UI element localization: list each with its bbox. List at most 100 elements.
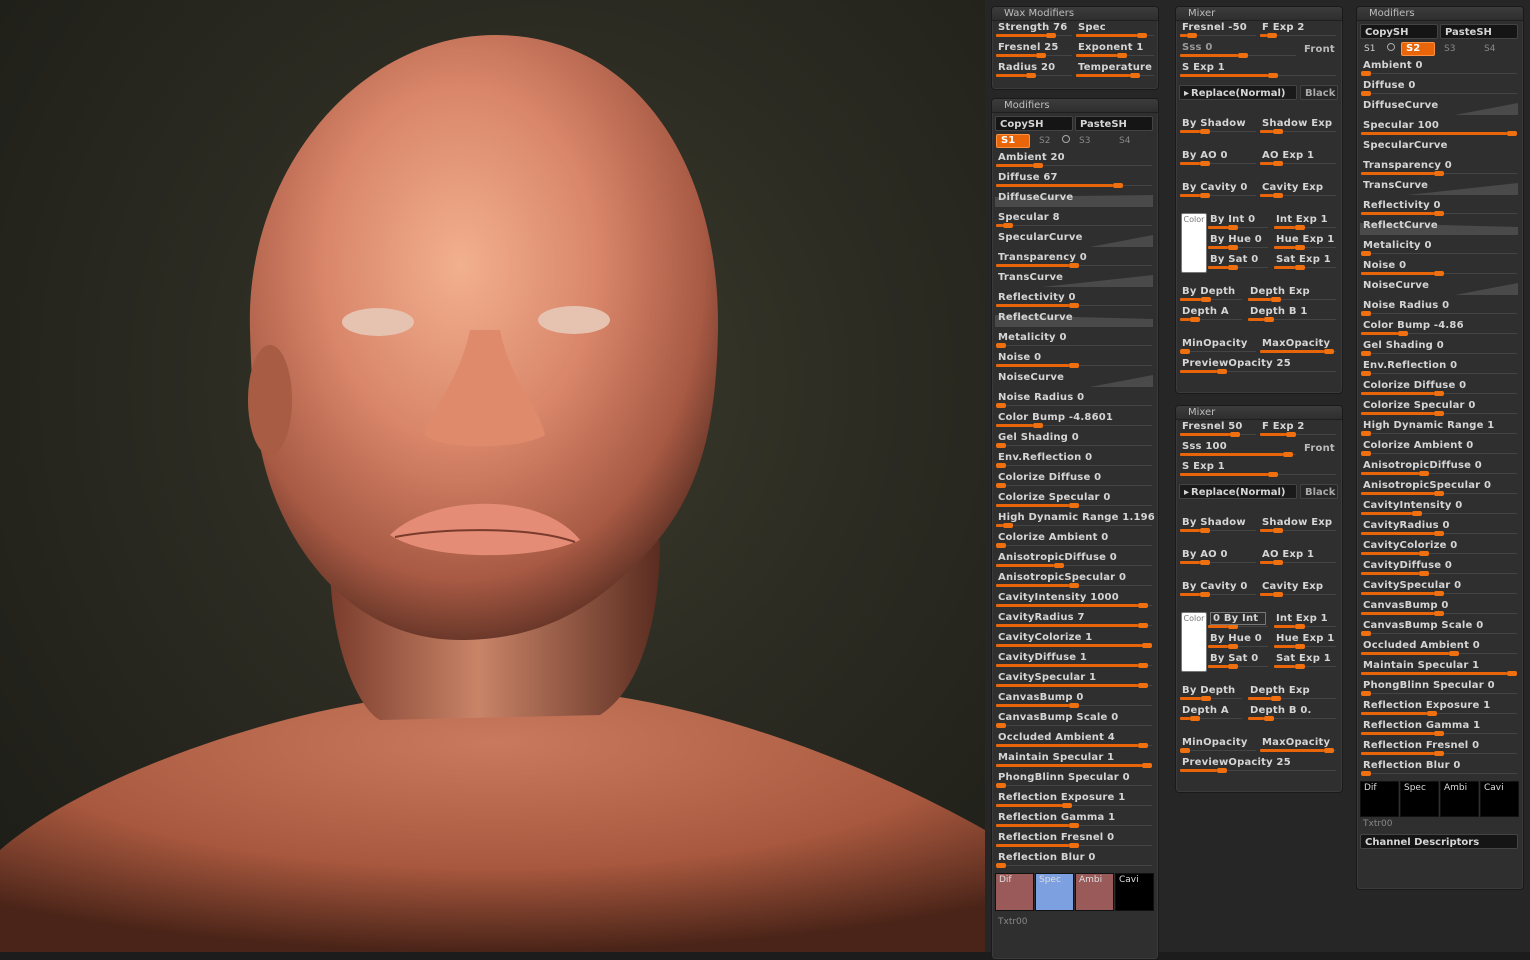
slider-knob[interactable] [1228, 245, 1238, 250]
slider-0-by-int[interactable]: 0 By Int [1206, 612, 1270, 632]
slider-knob[interactable] [1419, 571, 1429, 576]
slider-knob[interactable] [996, 343, 1006, 348]
curve-reflectcurve[interactable]: ReflectCurve [1359, 219, 1519, 239]
slider-s-exp-1[interactable]: S Exp 1 [1178, 460, 1338, 480]
slider-canvasbump-scale-0[interactable]: CanvasBump Scale 0 [1359, 619, 1519, 639]
slider-knob[interactable] [1273, 161, 1283, 166]
slider-knob[interactable] [1283, 452, 1293, 457]
slider-knob[interactable] [1361, 771, 1371, 776]
tab-s4[interactable]: S4 [1119, 136, 1130, 146]
slider-knob[interactable] [1033, 423, 1043, 428]
slider-sat-exp-1[interactable]: Sat Exp 1 [1272, 652, 1338, 672]
slider-by-sat-0[interactable]: By Sat 0 [1206, 652, 1270, 672]
slider-cavity-exp[interactable]: Cavity Exp [1258, 580, 1338, 600]
slider-by-ao-0[interactable]: By AO 0 [1178, 149, 1258, 169]
curve-transcurve[interactable]: TransCurve [1359, 179, 1519, 199]
thumb-ambi[interactable]: Ambi [1075, 873, 1114, 911]
slider-reflection-exposure-1[interactable]: Reflection Exposure 1 [994, 791, 1154, 811]
slider-phongblinn-specular-0[interactable]: PhongBlinn Specular 0 [994, 771, 1154, 791]
slider-knob[interactable] [1419, 551, 1429, 556]
slider-knob[interactable] [996, 443, 1006, 448]
slider-knob[interactable] [1217, 369, 1227, 374]
slider-exponent-1[interactable]: Exponent 1 [1074, 41, 1156, 61]
slider-sss-0[interactable]: Sss 0 [1178, 41, 1298, 61]
slider-temperature[interactable]: Temperature [1074, 61, 1156, 81]
slider-ao-exp-1[interactable]: AO Exp 1 [1258, 149, 1338, 169]
slider-by-cavity-0[interactable]: By Cavity 0 [1178, 181, 1258, 201]
slider-noise-0[interactable]: Noise 0 [1359, 259, 1519, 279]
slider-previewopacity-25[interactable]: PreviewOpacity 25 [1178, 756, 1338, 776]
slider-knob[interactable] [1286, 432, 1296, 437]
slider-sss-100[interactable]: Sss 100 [1178, 440, 1298, 460]
slider-knob[interactable] [1295, 644, 1305, 649]
slider-knob[interactable] [1419, 471, 1429, 476]
slider-knob[interactable] [1267, 33, 1277, 38]
slider-cavityradius-0[interactable]: CavityRadius 0 [1359, 519, 1519, 539]
slider-knob[interactable] [1361, 311, 1371, 316]
slider-knob[interactable] [996, 403, 1006, 408]
slider-knob[interactable] [1295, 664, 1305, 669]
slider-knob[interactable] [1273, 592, 1283, 597]
slider-cavityspecular-1[interactable]: CavitySpecular 1 [994, 671, 1154, 691]
thumb-cavi[interactable]: Cavi [1480, 781, 1519, 817]
slider-knob[interactable] [1324, 349, 1334, 354]
slider-knob[interactable] [1138, 743, 1148, 748]
thumb-spec[interactable]: Spec [1400, 781, 1439, 817]
slider-anisotropicdiffuse-0[interactable]: AnisotropicDiffuse 0 [994, 551, 1154, 571]
slider-by-cavity-0[interactable]: By Cavity 0 [1178, 580, 1258, 600]
tab-s3[interactable]: S3 [1444, 44, 1455, 54]
slider-env-reflection-0[interactable]: Env.Reflection 0 [994, 451, 1154, 471]
tab-s4[interactable]: S4 [1484, 44, 1495, 54]
slider-knob[interactable] [1180, 349, 1190, 354]
curve-noisecurve[interactable]: NoiseCurve [994, 371, 1154, 391]
slider-strength-76[interactable]: Strength 76 [994, 21, 1074, 41]
slider-knob[interactable] [1069, 703, 1079, 708]
slider-metalicity-0[interactable]: Metalicity 0 [994, 331, 1154, 351]
slider-reflection-fresnel-0[interactable]: Reflection Fresnel 0 [1359, 739, 1519, 759]
slider-knob[interactable] [1069, 363, 1079, 368]
slider-specular-8[interactable]: Specular 8 [994, 211, 1154, 231]
slider-colorize-ambient-0[interactable]: Colorize Ambient 0 [994, 531, 1154, 551]
slider-high-dynamic-range-1-196[interactable]: High Dynamic Range 1.196 [994, 511, 1155, 531]
slider-reflection-blur-0[interactable]: Reflection Blur 0 [1359, 759, 1519, 779]
paste-sh-button[interactable]: PasteSH [1440, 24, 1518, 39]
slider-knob[interactable] [1138, 623, 1148, 628]
slider-knob[interactable] [1228, 265, 1238, 270]
slider-int-exp-1[interactable]: Int Exp 1 [1272, 612, 1338, 632]
slider-specular-100[interactable]: Specular 100 [1359, 119, 1519, 139]
slider-cavityspecular-0[interactable]: CavitySpecular 0 [1359, 579, 1519, 599]
curve-reflectcurve[interactable]: ReflectCurve [994, 311, 1154, 331]
slider-knob[interactable] [996, 723, 1006, 728]
slider-knob[interactable] [1180, 748, 1190, 753]
slider-sat-exp-1[interactable]: Sat Exp 1 [1272, 253, 1338, 273]
slider-diffuse-0[interactable]: Diffuse 0 [1359, 79, 1519, 99]
slider-knob[interactable] [1507, 671, 1517, 676]
slider-knob[interactable] [996, 863, 1006, 868]
slider-knob[interactable] [1434, 171, 1444, 176]
slider-knob[interactable] [1026, 73, 1036, 78]
slider-spec[interactable]: Spec [1074, 21, 1156, 41]
thumb-dif[interactable]: Dif [995, 873, 1034, 911]
slider-maintain-specular-1[interactable]: Maintain Specular 1 [994, 751, 1154, 771]
slider-cavityradius-7[interactable]: CavityRadius 7 [994, 611, 1154, 631]
slider-knob[interactable] [1201, 297, 1211, 302]
slider-knob[interactable] [1069, 303, 1079, 308]
slider-knob[interactable] [1137, 33, 1147, 38]
slider-noise-radius-0[interactable]: Noise Radius 0 [1359, 299, 1519, 319]
slider-knob[interactable] [1427, 711, 1437, 716]
slider-knob[interactable] [1069, 823, 1079, 828]
slider-canvasbump-scale-0[interactable]: CanvasBump Scale 0 [994, 711, 1154, 731]
thumb-dif[interactable]: Dif [1360, 781, 1399, 817]
slider-knob[interactable] [1449, 651, 1459, 656]
thumb-cavi[interactable]: Cavi [1115, 873, 1154, 911]
slider-knob[interactable] [996, 483, 1006, 488]
slider-knob[interactable] [1228, 644, 1238, 649]
slider-env-reflection-0[interactable]: Env.Reflection 0 [1359, 359, 1519, 379]
slider-metalicity-0[interactable]: Metalicity 0 [1359, 239, 1519, 259]
slider-canvasbump-0[interactable]: CanvasBump 0 [994, 691, 1154, 711]
curve-diffusecurve[interactable]: DiffuseCurve [994, 191, 1154, 211]
slider-canvasbump-0[interactable]: CanvasBump 0 [1359, 599, 1519, 619]
slider-knob[interactable] [1361, 631, 1371, 636]
slider-knob[interactable] [1434, 611, 1444, 616]
slider-maintain-specular-1[interactable]: Maintain Specular 1 [1359, 659, 1519, 679]
